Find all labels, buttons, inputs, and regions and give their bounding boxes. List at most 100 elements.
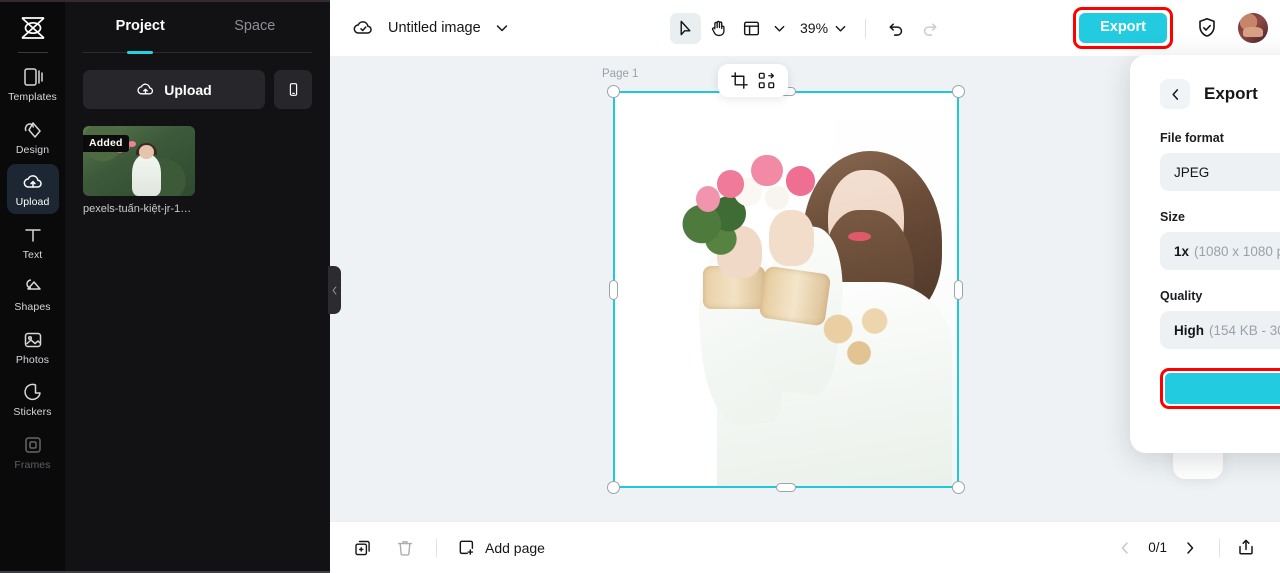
main-area: Page 1 Untitled image 39% Export Export … (330, 0, 1280, 573)
prev-page-button[interactable] (1112, 535, 1138, 561)
undo-button[interactable] (881, 13, 912, 44)
bottom-toolbar: Add page 0/1 (330, 521, 1280, 573)
sidebar-item-design[interactable]: Design (7, 112, 59, 162)
top-right-actions: Export (1073, 7, 1268, 49)
top-toolbar: Untitled image 39% Export (330, 0, 1280, 56)
export-button-highlight[interactable]: Export (1073, 7, 1173, 49)
sidebar-item-templates[interactable]: Templates (7, 59, 59, 109)
design-icon (22, 119, 44, 141)
next-page-button[interactable] (1177, 535, 1203, 561)
canvas-image (613, 91, 959, 488)
quality-detail: (154 KB - 308 KB) (1209, 322, 1280, 338)
size-label: Size (1160, 210, 1186, 224)
floating-image-toolbar (718, 64, 788, 97)
chevron-left-icon (332, 286, 337, 294)
window-top-strip (0, 0, 330, 2)
export-button[interactable]: Export (1079, 13, 1167, 43)
upload-cloud-icon (22, 171, 44, 193)
zoom-chevron-down-icon[interactable] (830, 14, 850, 42)
tab-label: Space (234, 18, 276, 34)
size-detail: (1080 x 1080 px) (1194, 243, 1280, 259)
size-value: 1x (1174, 243, 1190, 259)
page-count: 0/1 (1148, 540, 1167, 555)
upload-cloud-icon (137, 83, 154, 95)
redo-button[interactable] (914, 13, 945, 44)
document-title[interactable]: Untitled image (388, 20, 481, 36)
crop-icon[interactable] (729, 70, 750, 91)
cursor-tool[interactable] (670, 12, 701, 44)
shield-check-icon[interactable] (1195, 16, 1219, 40)
page-label: Page 1 (602, 68, 639, 80)
shapes-icon (22, 276, 44, 298)
text-icon (22, 224, 44, 246)
download-button-highlight[interactable]: Download (1160, 368, 1280, 409)
cloud-saved-icon (352, 17, 374, 39)
photos-icon (22, 329, 44, 351)
tab-label: Project (115, 18, 165, 34)
page-navigation: 0/1 (1112, 535, 1258, 561)
sidebar-label: Templates (8, 91, 57, 103)
asset-thumbnail[interactable]: Added (83, 126, 195, 196)
add-page-button[interactable]: Add page (457, 538, 545, 557)
quality-value: High (1174, 322, 1204, 338)
capcut-logo-icon[interactable] (14, 10, 52, 46)
layout-chevron-down-icon[interactable] (769, 14, 789, 42)
layout-tool[interactable] (736, 13, 767, 44)
collapse-panel-handle[interactable] (328, 266, 341, 314)
zoom-level[interactable]: 39% (800, 20, 828, 36)
left-panel: Project Space Upload Added pexels-tuấn-k… (65, 0, 330, 573)
duplicate-page-icon[interactable] (352, 537, 374, 559)
file-format-value: JPEG (1174, 164, 1210, 180)
stickers-icon (22, 381, 44, 403)
export-popover-header: Export (1160, 79, 1280, 109)
sidebar-label: Text (22, 248, 43, 261)
frames-icon (22, 434, 44, 456)
upload-button[interactable]: Upload (83, 70, 265, 109)
app-root: Templates Design Upload Text Shapes Phot… (0, 0, 1280, 573)
sidebar-item-shapes[interactable]: Shapes (7, 269, 59, 319)
sidebar-item-text[interactable]: Text (7, 217, 59, 267)
toolbar-divider (865, 18, 867, 38)
sidebar-label: Shapes (14, 301, 51, 313)
canvas-tools: 39% (670, 0, 945, 56)
asset-list: Added pexels-tuấn-kiệt-jr-1… (65, 109, 210, 215)
sidebar-item-frames[interactable]: Frames (7, 427, 59, 477)
file-format-label: File format (1160, 131, 1224, 145)
export-popover-title: Export (1204, 84, 1258, 103)
sidebar-label: Stickers (13, 406, 52, 418)
file-format-select[interactable]: JPEG (1160, 153, 1280, 191)
templates-icon (22, 66, 44, 88)
upload-button-label: Upload (164, 81, 212, 98)
size-select[interactable]: 1x (1080 x 1080 px) (1160, 232, 1280, 270)
back-button[interactable] (1160, 79, 1190, 109)
user-avatar[interactable] (1238, 13, 1268, 43)
delete-page-icon[interactable] (394, 537, 416, 559)
share-export-icon[interactable] (1236, 537, 1258, 559)
add-page-icon (459, 540, 474, 555)
tab-project[interactable]: Project (83, 0, 198, 52)
chevron-left-icon (1171, 88, 1178, 100)
sidebar-item-photos[interactable]: Photos (7, 322, 59, 372)
export-popover: Export File format JPEG Size 1x (1080 x … (1130, 55, 1280, 453)
hand-tool[interactable] (703, 13, 734, 44)
upload-row: Upload (65, 53, 330, 109)
sidebar-item-upload[interactable]: Upload (6, 164, 59, 214)
panel-tabs: Project Space (65, 0, 330, 52)
quality-select[interactable]: High (154 KB - 308 KB) (1160, 311, 1280, 349)
sidebar-label: Photos (15, 353, 50, 366)
chevron-left-icon (1121, 541, 1128, 554)
toolbar-divider (436, 538, 437, 557)
sidebar-label: Design (15, 143, 50, 156)
chevron-down-icon[interactable] (495, 21, 509, 35)
phone-upload-button[interactable] (274, 70, 312, 109)
rail-divider (17, 52, 48, 53)
asset-filename: pexels-tuấn-kiệt-jr-1… (83, 203, 192, 215)
sidebar-label: Upload (15, 196, 50, 208)
sidebar-label: Frames (14, 458, 51, 471)
quality-label: Quality (1160, 289, 1203, 303)
transform-icon[interactable] (756, 70, 777, 91)
artboard[interactable] (613, 91, 959, 488)
download-button[interactable]: Download (1165, 373, 1280, 404)
tab-space[interactable]: Space (198, 0, 313, 52)
sidebar-item-stickers[interactable]: Stickers (7, 374, 59, 424)
